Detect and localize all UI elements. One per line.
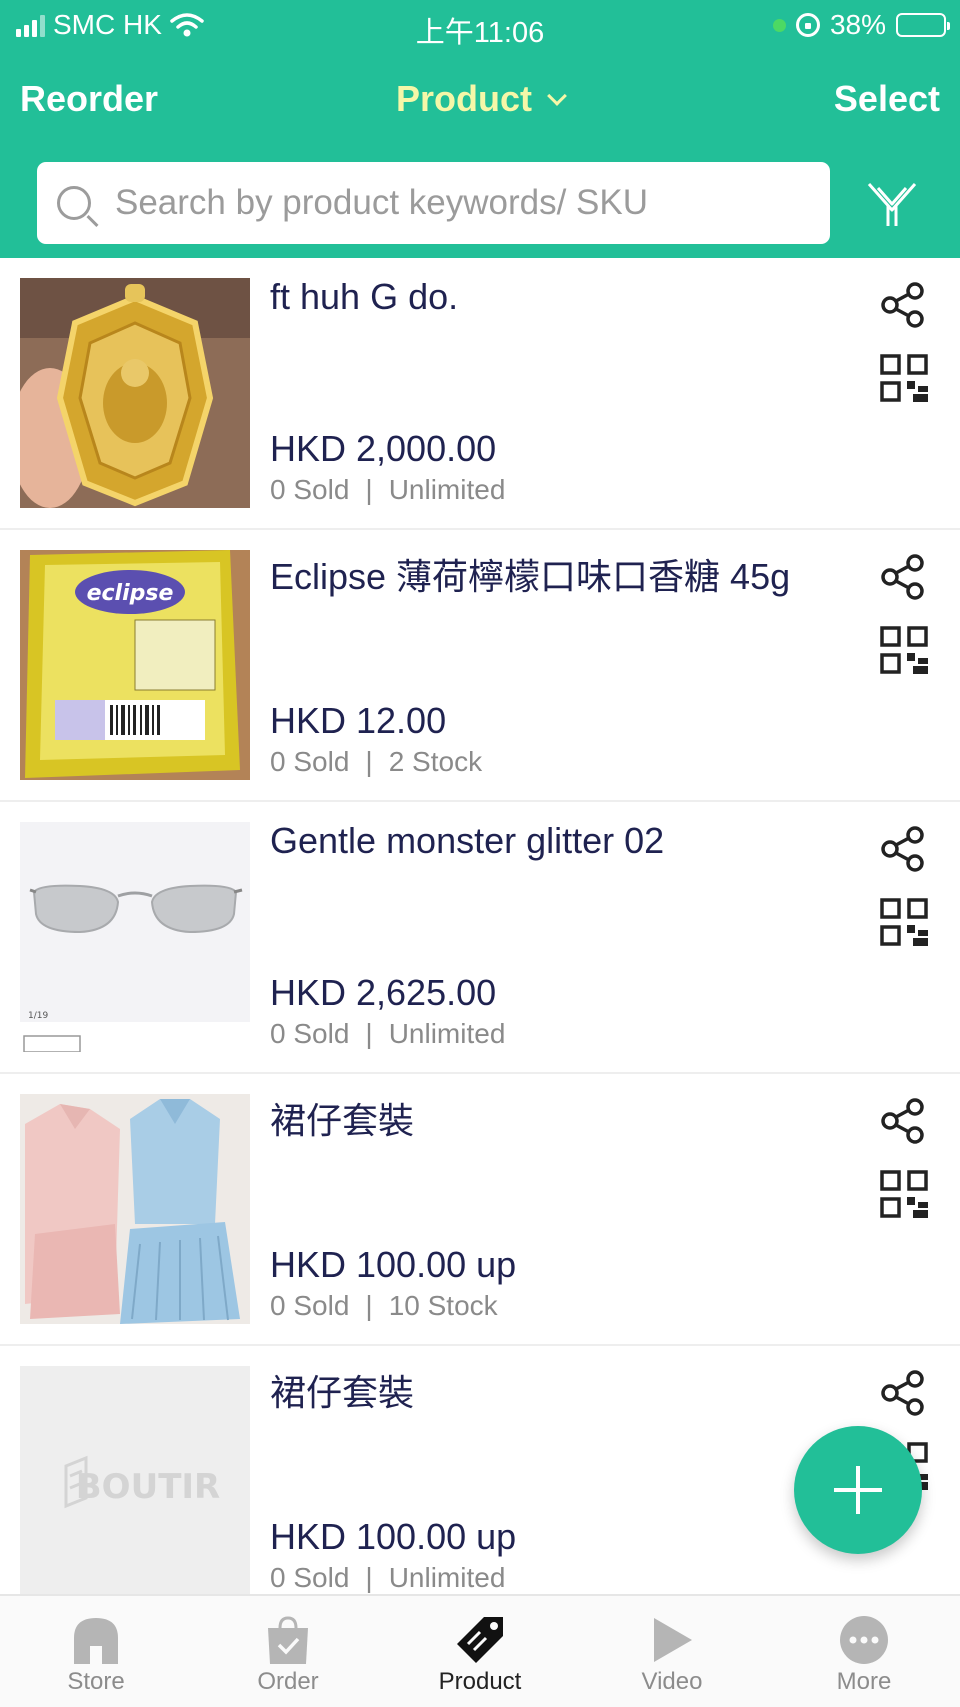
order-bag-icon (268, 1616, 308, 1664)
image-counter: 1/19 (28, 1011, 48, 1021)
tab-label: Video (641, 1668, 703, 1695)
boutir-logo: BOUTIR (76, 1467, 220, 1507)
tab-more[interactable]: More (768, 1596, 960, 1707)
product-name: ft huh G do. (270, 276, 459, 317)
product-name: 裙仔套裝 (270, 1372, 415, 1413)
status-right: 38% (772, 9, 950, 41)
tab-label: Order (257, 1668, 319, 1695)
stock-count: 2 Stock (388, 746, 483, 777)
stats-separator: | (365, 474, 373, 505)
active-indicator-dot (772, 18, 786, 32)
product-image-sunglasses[interactable]: 1/19 (20, 822, 250, 1052)
product-image-gum[interactable]: eclipse (20, 550, 250, 780)
product-stats: 0 Sold | 2 Stock (270, 746, 482, 778)
bottom-tab-bar: Store Order Product Video More (0, 1594, 960, 1707)
status-bar: SMC HK 上午11:06 38% (0, 0, 960, 50)
qr-code-icon[interactable] (880, 354, 928, 402)
share-icon[interactable] (880, 1370, 926, 1416)
product-name: Eclipse 薄荷檸檬口味口香糖 45g (270, 556, 791, 597)
stats-separator: | (365, 1290, 373, 1321)
nav-bar: Reorder Product Select (0, 62, 960, 134)
product-name: 裙仔套裝 (270, 1100, 415, 1141)
more-dots-icon (840, 1616, 888, 1664)
stats-separator: | (365, 1562, 373, 1593)
share-icon[interactable] (880, 826, 926, 872)
tab-product[interactable]: Product (384, 1596, 576, 1707)
product-title-dropdown[interactable]: Product (0, 78, 960, 120)
product-stats: 0 Sold | 10 Stock (270, 1290, 498, 1322)
search-placeholder: Search by product keywords/ SKU (115, 183, 649, 222)
product-name: Gentle monster glitter 02 (270, 820, 665, 861)
stock-count: Unlimited (388, 1018, 506, 1049)
svg-text:eclipse: eclipse (87, 581, 174, 606)
stock-count: Unlimited (388, 1562, 506, 1593)
video-play-icon (654, 1618, 692, 1662)
store-icon (74, 1618, 118, 1664)
stock-count: 10 Stock (388, 1290, 498, 1321)
tab-video[interactable]: Video (576, 1596, 768, 1707)
product-image-amulet[interactable] (20, 278, 250, 508)
select-button[interactable]: Select (834, 78, 940, 120)
tab-label: Product (438, 1668, 522, 1695)
product-row[interactable]: 1/19 Gentle monster glitter 02 HKD 2,625… (0, 802, 960, 1074)
battery-percent: 38% (829, 9, 886, 40)
search-icon (57, 186, 91, 220)
product-stats: 0 Sold | Unlimited (270, 474, 505, 506)
product-list: ft huh G do. HKD 2,000.00 0 Sold | Unlimit… (0, 258, 960, 1618)
stats-separator: | (365, 1018, 373, 1049)
chevron-down-icon (547, 86, 567, 106)
qr-code-icon[interactable] (880, 898, 928, 946)
product-row[interactable]: ft huh G do. HKD 2,000.00 0 Sold | Unlimit… (0, 258, 960, 530)
share-icon[interactable] (880, 282, 926, 328)
sold-count: 0 Sold (270, 1562, 350, 1593)
add-product-button[interactable] (794, 1426, 922, 1554)
product-row[interactable]: eclipse Eclipse 薄荷檸檬口味口香糖 45g HKD 12.00 … (0, 530, 960, 802)
share-icon[interactable] (880, 1098, 926, 1144)
product-price: HKD 2,625.00 (270, 972, 497, 1013)
tab-label: Store (67, 1668, 125, 1695)
sold-count: 0 Sold (270, 1290, 350, 1321)
product-stats: 0 Sold | Unlimited (270, 1018, 505, 1050)
qr-code-icon[interactable] (880, 1170, 928, 1218)
product-image-dress-set[interactable] (20, 1094, 250, 1324)
product-price: HKD 100.00 up (270, 1516, 517, 1557)
product-price: HKD 100.00 up (270, 1244, 517, 1285)
tab-label: More (836, 1668, 892, 1695)
app-header: SMC HK 上午11:06 38% Reorder Product Selec… (0, 0, 960, 258)
product-price: HKD 12.00 (270, 700, 447, 741)
sold-count: 0 Sold (270, 474, 350, 505)
stats-separator: | (365, 746, 373, 777)
search-input[interactable]: Search by product keywords/ SKU (37, 162, 830, 244)
tab-store[interactable]: Store (0, 1596, 192, 1707)
product-row[interactable]: 裙仔套裝 HKD 100.00 up 0 Sold | 10 Stock (0, 1074, 960, 1346)
sold-count: 0 Sold (270, 1018, 350, 1049)
rotation-lock-icon (795, 13, 820, 37)
filter-icon[interactable] (866, 180, 918, 228)
stock-count: Unlimited (388, 474, 506, 505)
share-icon[interactable] (880, 554, 926, 600)
product-stats: 0 Sold | Unlimited (270, 1562, 505, 1594)
product-image-placeholder[interactable]: BOUTIR (20, 1366, 250, 1596)
page-title: Product (395, 78, 532, 119)
sold-count: 0 Sold (270, 746, 350, 777)
qr-code-icon[interactable] (880, 626, 928, 674)
battery-icon (896, 13, 950, 37)
product-price: HKD 2,000.00 (270, 428, 497, 469)
product-tag-icon (457, 1617, 503, 1663)
tab-order[interactable]: Order (192, 1596, 384, 1707)
